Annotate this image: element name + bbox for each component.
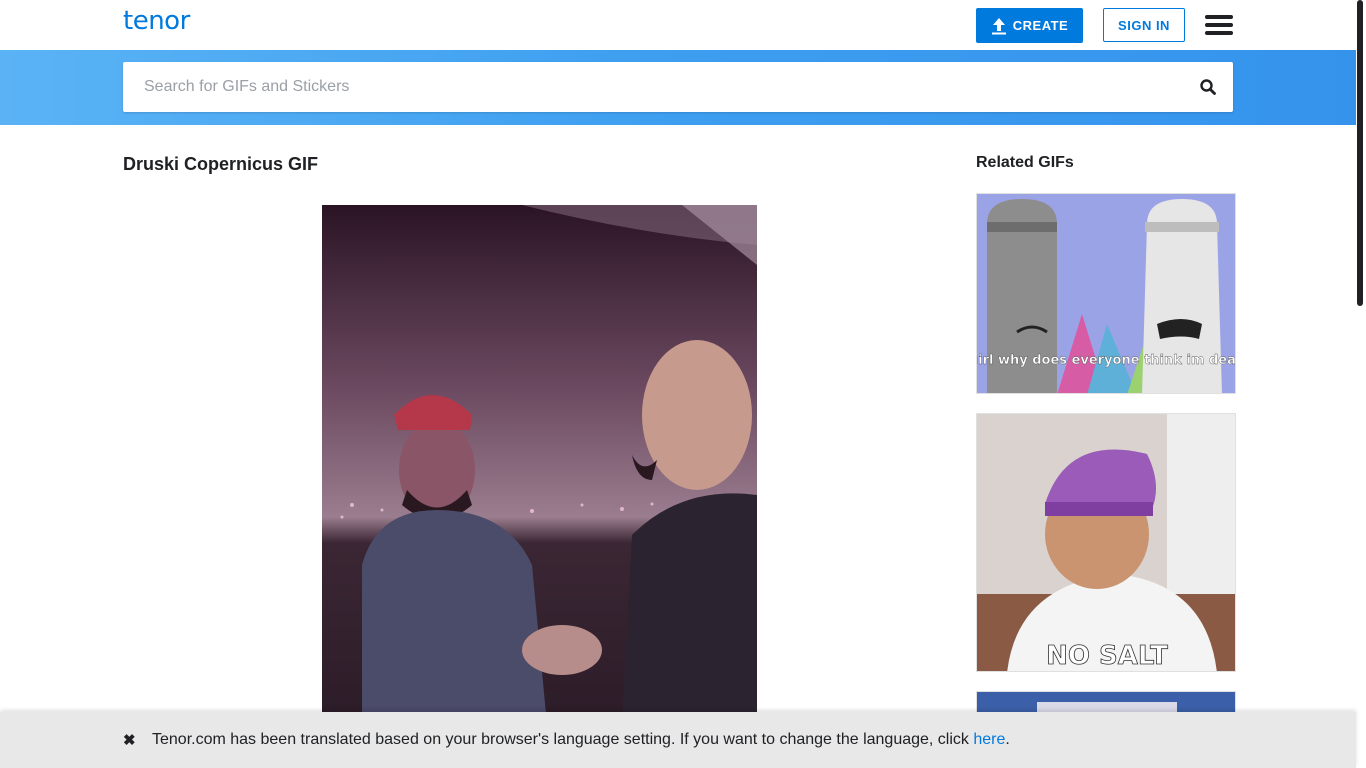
gif-title: Druski Copernicus GIF xyxy=(123,154,319,174)
search-box xyxy=(123,62,1233,112)
search-banner xyxy=(0,50,1356,125)
menu-icon[interactable] xyxy=(1205,15,1233,35)
sign-in-label: SIGN IN xyxy=(1118,17,1170,33)
page: tenor CREATE SIGN IN Search for GIFs and… xyxy=(0,0,1366,768)
sign-in-button[interactable]: SIGN IN xyxy=(1103,8,1185,42)
related-gif-item[interactable]: girl why does everyone think im dead xyxy=(976,193,1236,394)
change-language-link[interactable]: here xyxy=(973,731,1005,748)
close-icon[interactable]: ✖ xyxy=(123,731,136,749)
related-gif-caption: girl why does everyone think im dead xyxy=(977,353,1236,368)
language-notification-bar: ✖ Tenor.com has been translated based on… xyxy=(0,712,1356,768)
upload-icon xyxy=(991,17,1007,35)
top-navbar: tenor CREATE SIGN IN xyxy=(0,0,1356,50)
create-label: CREATE xyxy=(1012,18,1069,33)
page-scrollbar-thumb[interactable] xyxy=(1357,0,1363,306)
related-gif-caption: NO SALT xyxy=(1046,641,1168,671)
tenor-logo[interactable]: tenor xyxy=(123,6,190,36)
main-gif-image[interactable] xyxy=(322,205,757,725)
language-message: Tenor.com has been translated based on y… xyxy=(152,731,1010,748)
create-button[interactable]: CREATE xyxy=(976,8,1083,43)
related-gifs-heading: Related GIFs xyxy=(976,154,1074,171)
search-input[interactable] xyxy=(123,62,1183,112)
search-icon[interactable] xyxy=(1199,78,1217,96)
related-gif-item[interactable]: NO SALT xyxy=(976,413,1236,672)
